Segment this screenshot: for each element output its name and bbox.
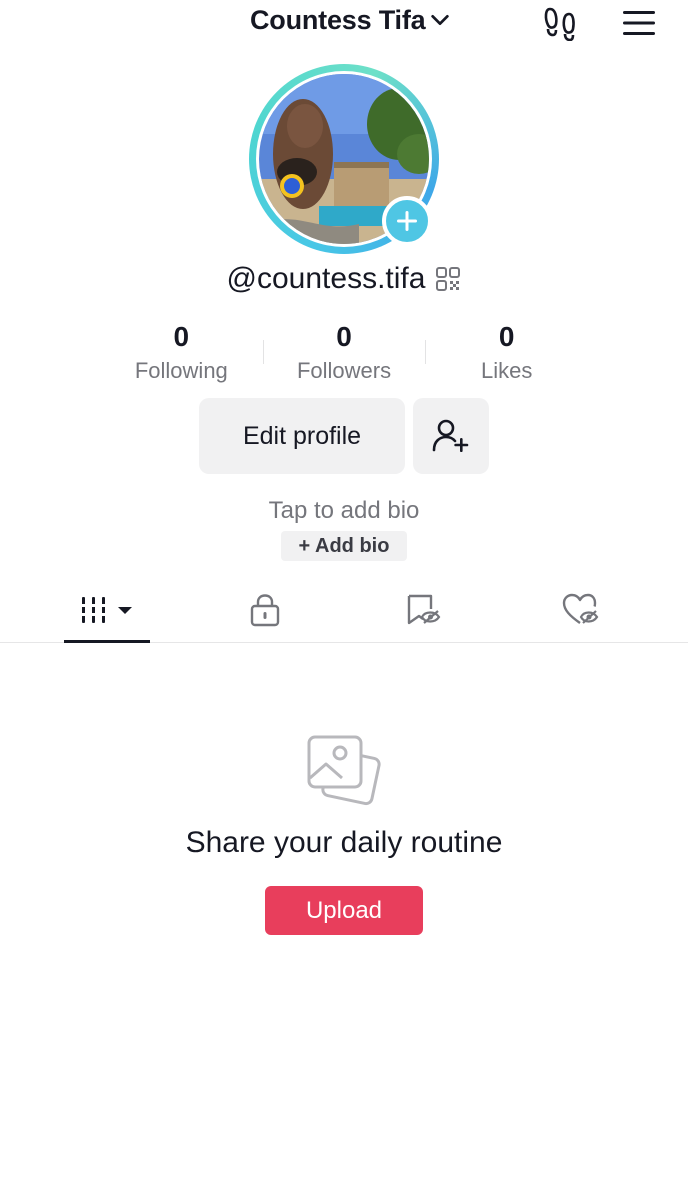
stat-label: Followers [296,358,392,383]
tab-liked[interactable] [552,578,610,642]
username: @countess.tifa [226,262,426,295]
footprints-button[interactable] [540,2,582,42]
heart-hidden-icon [562,593,599,624]
account-switcher[interactable]: Countess Tifa [250,2,451,38]
add-avatar-button[interactable] [382,196,432,246]
qr-code-icon[interactable] [435,266,461,292]
grid-icon [79,597,132,623]
bio-hint[interactable]: Tap to add bio [0,497,688,525]
account-name: Countess Tifa [250,4,426,35]
edit-profile-button[interactable]: Edit profile [199,398,405,474]
plus-icon [397,211,417,231]
stat-label: Following [134,358,228,383]
stat-value: 0 [173,321,190,352]
stat-value: 0 [336,321,352,352]
stat-value: 0 [498,321,515,352]
username-row: @countess.tifa [0,258,688,300]
stat-likes[interactable]: 0 Likes [425,318,588,388]
content-tabs [0,578,688,643]
top-bar: Countess Tifa [0,0,688,44]
tab-private[interactable] [236,578,294,642]
tab-bookmarks[interactable] [394,578,452,642]
chevron-down-icon [431,14,450,26]
stat-followers[interactable]: 0 Followers [262,318,426,388]
stat-label: Likes [481,358,533,383]
add-user-icon [432,419,469,452]
empty-state-title: Share your daily routine [185,826,503,859]
tab-videos[interactable] [64,578,150,643]
active-tab-indicator [64,640,150,643]
photos-icon [307,735,381,806]
upload-button[interactable]: Upload [265,886,423,935]
profile-stats: 0 Following 0 Followers 0 Likes [100,318,588,388]
lock-icon [250,594,280,627]
stat-following[interactable]: 0 Following [100,318,263,388]
add-friends-button[interactable] [413,398,489,474]
bookmark-hidden-icon [407,594,441,625]
menu-button[interactable] [618,6,660,40]
hamburger-menu-icon [623,11,655,35]
add-bio-button[interactable]: + Add bio [281,531,407,561]
footprints-icon [544,7,575,41]
